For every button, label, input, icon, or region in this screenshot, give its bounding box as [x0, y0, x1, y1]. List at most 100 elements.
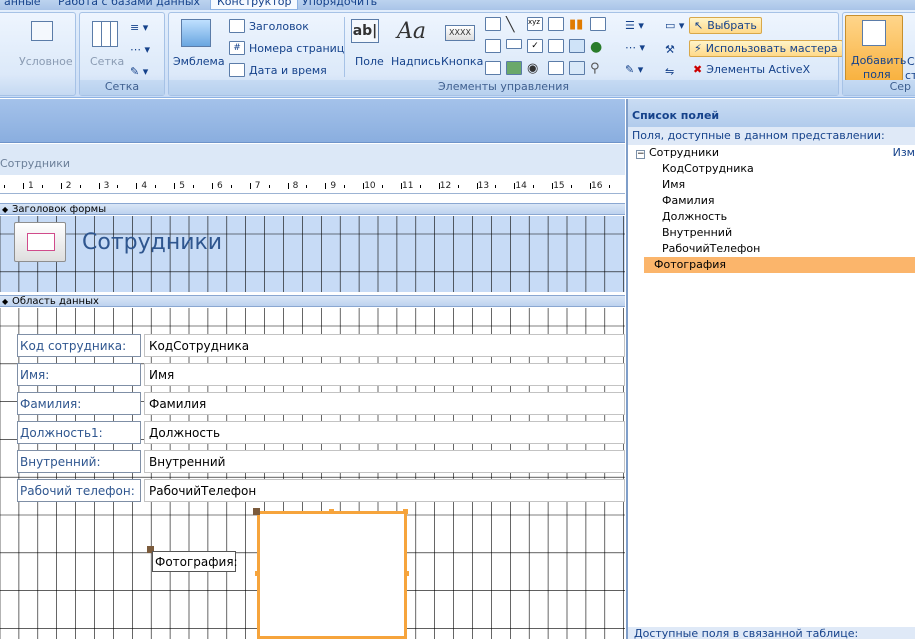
line-style-button[interactable]: ▭ ▾: [665, 19, 684, 32]
page-break-icon[interactable]: [548, 39, 564, 53]
caption-button[interactable]: Надпись: [391, 55, 441, 68]
date-time-button[interactable]: Дата и время: [229, 63, 327, 77]
form-logo[interactable]: [14, 222, 66, 262]
field-work-phone[interactable]: РабочийТелефон: [144, 479, 625, 502]
field-first-name[interactable]: Имя: [144, 363, 625, 386]
group-tools-label: Сер: [843, 80, 915, 95]
field-item[interactable]: РабочийТелефон: [636, 241, 915, 257]
label-work-phone[interactable]: Рабочий телефон:: [17, 479, 141, 502]
separator: [344, 17, 345, 77]
hyperlink-icon[interactable]: ●: [590, 39, 610, 60]
header-button[interactable]: Заголовок: [229, 19, 309, 33]
image-icon[interactable]: [569, 39, 585, 53]
textbox-icon: ab|: [351, 19, 379, 43]
ribbon: Условное Сетка ≡ ▾ ⋯ ▾ ✎ ▾ Сетка Эмблема…: [0, 10, 915, 98]
move-handle[interactable]: [253, 508, 260, 515]
field-item[interactable]: Внутренний: [636, 225, 915, 241]
use-wizards-button[interactable]: ⚡ Использовать мастера: [689, 40, 843, 57]
ruler-tick: [117, 185, 119, 188]
edit-table-link[interactable]: Изм: [893, 145, 915, 161]
label-last-name[interactable]: Фамилия:: [17, 392, 141, 415]
checkbox-icon[interactable]: ✓: [527, 39, 543, 53]
grid-option-1[interactable]: ≡ ▾: [130, 21, 148, 34]
document-tab-title[interactable]: Сотрудники: [0, 144, 625, 175]
tab-order-icon[interactable]: ⇋: [665, 65, 674, 78]
subform-icon[interactable]: [485, 39, 501, 53]
ruler-tick: [79, 185, 81, 188]
collapse-icon[interactable]: −: [636, 150, 645, 159]
ruler-tick: [174, 183, 176, 189]
label-employee-id[interactable]: Код сотрудника:: [17, 334, 141, 357]
controls-gallery: ╲ xyz ▮▮ ✓ ● ◉ ⚲: [485, 17, 615, 81]
grid-option-3[interactable]: ✎ ▾: [130, 65, 148, 78]
field-button[interactable]: Поле: [355, 55, 384, 68]
table-node[interactable]: − Сотрудники Изм: [636, 145, 915, 161]
line-icon[interactable]: ╲: [506, 17, 526, 38]
rectangle-icon[interactable]: [506, 39, 522, 49]
chart-icon[interactable]: ▮▮: [569, 17, 589, 38]
ruler-number: 1: [28, 181, 34, 191]
tab-control-icon[interactable]: [485, 17, 501, 31]
ruler-tick: [60, 183, 62, 189]
ruler-tick: [287, 183, 289, 189]
ruler-number: 6: [217, 181, 223, 191]
tab-design[interactable]: Конструктор: [210, 0, 299, 10]
field-item[interactable]: Имя: [636, 177, 915, 193]
add-fields-button[interactable]: Добавить поля: [845, 15, 906, 81]
tab-external-data[interactable]: анные: [0, 0, 47, 10]
field-employee-id[interactable]: КодСотрудника: [144, 334, 625, 357]
resize-handle[interactable]: [329, 509, 334, 514]
button-button[interactable]: Кнопка: [441, 55, 483, 68]
resize-handle[interactable]: [403, 509, 408, 514]
bound-object-icon[interactable]: [506, 61, 522, 75]
section-form-header[interactable]: Заголовок формы: [0, 203, 625, 216]
section-detail[interactable]: Область данных: [0, 295, 625, 308]
ruler-tick: [155, 185, 157, 188]
ribbon-tab-bar: анные Работа с базами данных Конструктор…: [0, 0, 915, 10]
ruler-number: 10: [364, 181, 376, 191]
tab-arrange[interactable]: Упорядочить: [296, 0, 383, 10]
toggle-icon[interactable]: [548, 17, 564, 31]
resize-handle[interactable]: [404, 571, 409, 576]
page-numbers-button[interactable]: # Номера страниц: [229, 41, 344, 55]
group-box-icon[interactable]: [485, 61, 501, 75]
select-button[interactable]: ↖ Выбрать: [689, 17, 762, 34]
emblem-button[interactable]: Эмблема: [173, 55, 225, 68]
header-icon: [229, 19, 245, 33]
line-type-button[interactable]: ⋯ ▾: [625, 41, 645, 54]
grid-option-2[interactable]: ⋯ ▾: [130, 43, 150, 56]
field-last-name[interactable]: Фамилия: [144, 392, 625, 415]
label-position[interactable]: Должность1:: [17, 421, 141, 444]
ruler-number: 4: [141, 181, 148, 191]
field-list-tree: − Сотрудники Изм КодСотрудника Имя Фамили…: [636, 145, 915, 273]
photo-control[interactable]: [257, 511, 407, 639]
attachment-icon[interactable]: ⚲: [590, 61, 610, 82]
line-color-button[interactable]: ✎ ▾: [625, 63, 643, 76]
picture-icon[interactable]: [569, 61, 585, 75]
resize-handle[interactable]: [255, 571, 260, 576]
group-controls: Эмблема Заголовок # Номера страниц Дата …: [168, 12, 843, 96]
field-item[interactable]: КодСотрудника: [636, 161, 915, 177]
unbound-object-icon[interactable]: [548, 61, 564, 75]
combo-icon[interactable]: xyz: [527, 17, 543, 31]
field-item-selected[interactable]: Фотография: [644, 257, 915, 273]
tab-database-tools[interactable]: Работа с базами данных: [52, 0, 206, 10]
field-item[interactable]: Должность: [636, 209, 915, 225]
st-button[interactable]: Ст: [907, 55, 915, 68]
activex-button[interactable]: ✖ Элементы ActiveX: [693, 63, 810, 76]
line-thickness-button[interactable]: ☰ ▾: [625, 19, 644, 32]
list-icon[interactable]: [590, 17, 606, 31]
label-photo[interactable]: Фотография:: [152, 551, 238, 572]
option-button-icon[interactable]: ◉: [527, 61, 547, 82]
field-position[interactable]: Должность: [144, 421, 625, 444]
field-item[interactable]: Фамилия: [636, 193, 915, 209]
conditional-button[interactable]: Условное: [19, 55, 73, 68]
ruler-number: 9: [330, 181, 337, 191]
field-extension[interactable]: Внутренний: [144, 450, 625, 473]
form-title[interactable]: Сотрудники: [82, 230, 222, 255]
property-sheet-icon[interactable]: ⚒: [665, 43, 675, 56]
grid-button[interactable]: Сетка: [90, 55, 124, 68]
label-extension[interactable]: Внутренний:: [17, 450, 141, 473]
related-fields-header: Доступные поля в связанной таблице:: [628, 627, 915, 639]
label-first-name[interactable]: Имя:: [17, 363, 141, 386]
